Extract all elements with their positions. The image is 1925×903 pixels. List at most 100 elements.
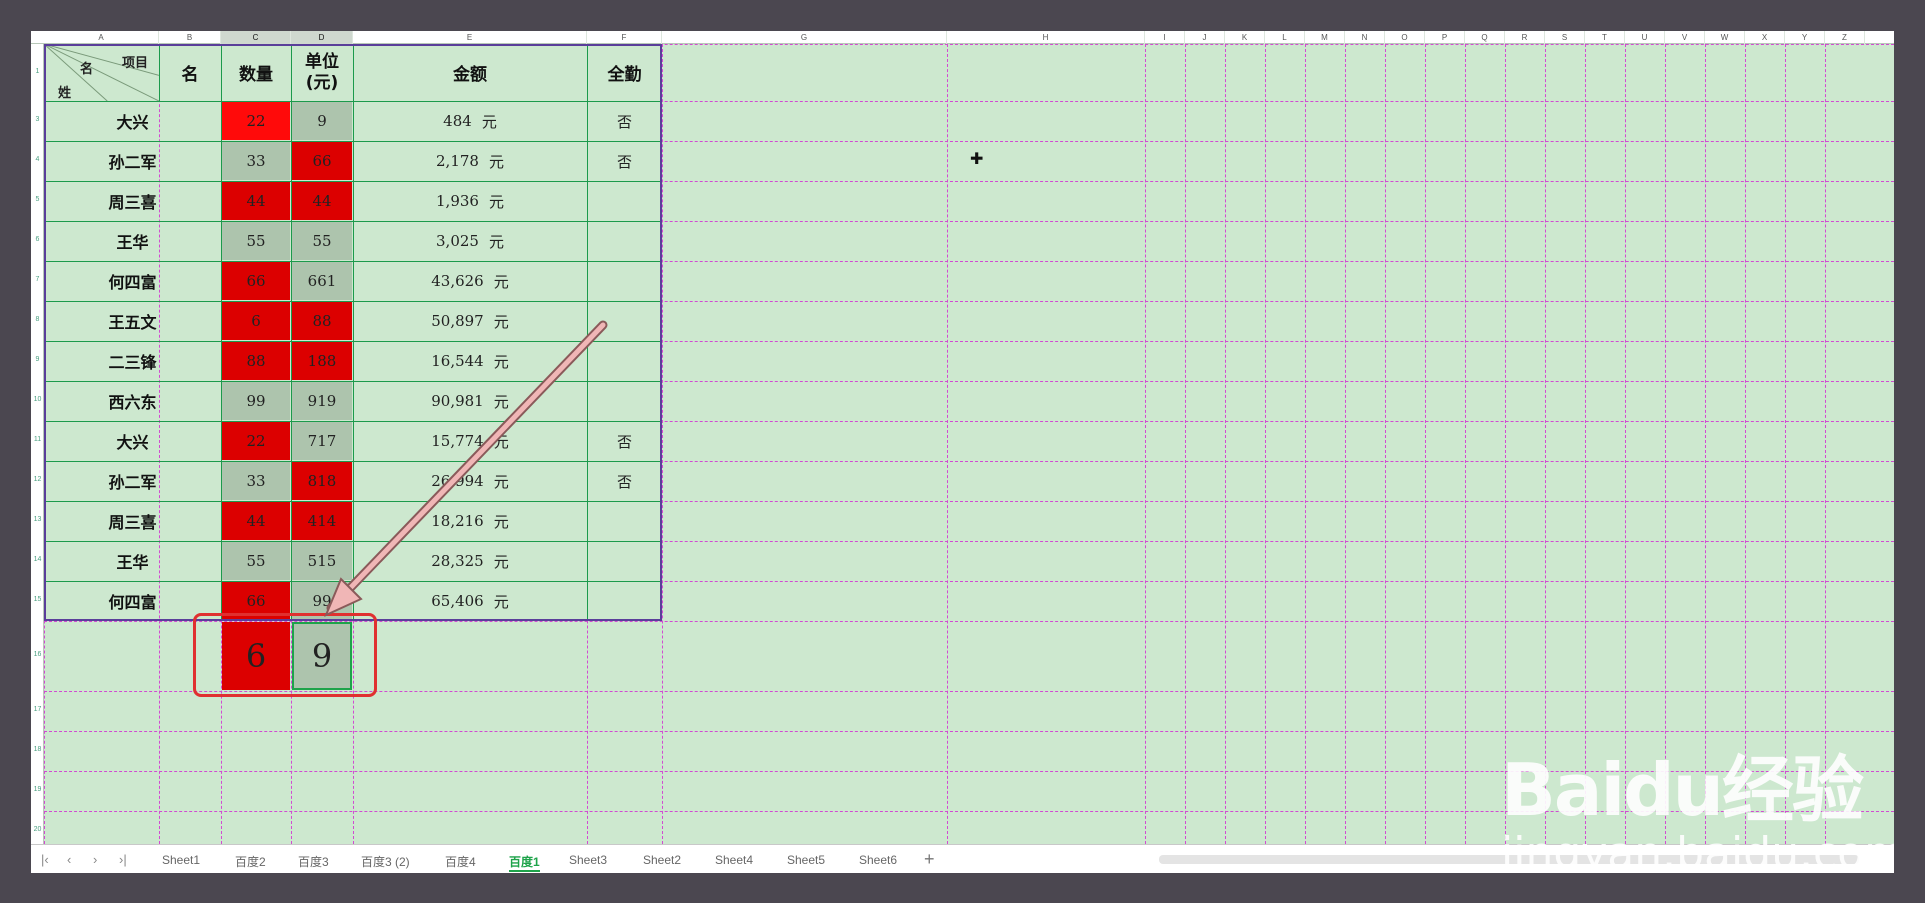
- new-cell-unit[interactable]: 9: [292, 622, 352, 690]
- sheet-tab[interactable]: Sheet6: [859, 853, 897, 867]
- header-attendance[interactable]: 全勤: [587, 44, 662, 101]
- column-letter-p[interactable]: P: [1425, 31, 1465, 44]
- row-number[interactable]: 1: [31, 68, 44, 75]
- cell-unit[interactable]: 661: [292, 262, 352, 300]
- cell-attendance[interactable]: 否: [587, 101, 662, 141]
- cell-amount[interactable]: 1,936 元: [353, 181, 587, 221]
- cell-attendance[interactable]: 否: [587, 461, 662, 501]
- cell-attendance[interactable]: [587, 341, 662, 381]
- sheet-tab[interactable]: Sheet3: [569, 853, 607, 867]
- cell-amount[interactable]: 26,994 元: [353, 461, 587, 501]
- cell-unit[interactable]: 919: [292, 382, 352, 420]
- cell-name[interactable]: 何四富: [44, 581, 221, 621]
- cell-quantity[interactable]: 33: [222, 142, 290, 180]
- cell-quantity[interactable]: 88: [222, 342, 290, 380]
- cell-amount[interactable]: 2,178 元: [353, 141, 587, 181]
- cell-amount[interactable]: 484 元: [353, 101, 587, 141]
- cell-unit[interactable]: 55: [292, 222, 352, 260]
- header-unit[interactable]: 单位 (元): [291, 44, 353, 101]
- cell-unit[interactable]: 66: [292, 142, 352, 180]
- cell-amount[interactable]: 16,544 元: [353, 341, 587, 381]
- row-number[interactable]: 9: [31, 356, 44, 363]
- cell-attendance[interactable]: 否: [587, 421, 662, 461]
- cell-name[interactable]: 孙二军: [44, 461, 221, 501]
- cell-name[interactable]: 何四富: [44, 261, 221, 301]
- row-number[interactable]: 7: [31, 276, 44, 283]
- column-letter-o[interactable]: O: [1385, 31, 1425, 44]
- column-letter-z[interactable]: Z: [1825, 31, 1865, 44]
- row-number[interactable]: 14: [31, 556, 44, 563]
- cell-amount[interactable]: 43,626 元: [353, 261, 587, 301]
- sheet-tab[interactable]: Sheet5: [787, 853, 825, 867]
- row-number[interactable]: 18: [31, 746, 44, 753]
- cell-amount[interactable]: 90,981 元: [353, 381, 587, 421]
- row-number[interactable]: 10: [31, 396, 44, 403]
- column-letter-g[interactable]: G: [662, 31, 947, 44]
- cell-name[interactable]: 孙二军: [44, 141, 221, 181]
- cell-amount[interactable]: 15,774 元: [353, 421, 587, 461]
- sheet-tab[interactable]: Sheet4: [715, 853, 753, 867]
- column-letter-b[interactable]: B: [159, 31, 221, 44]
- sheet-tab[interactable]: 百度4: [445, 853, 476, 870]
- sheet-tab[interactable]: 百度1: [509, 853, 540, 872]
- cell-quantity[interactable]: 33: [222, 462, 290, 500]
- cell-amount[interactable]: 18,216 元: [353, 501, 587, 541]
- column-letter-a[interactable]: A: [44, 31, 159, 44]
- row-number[interactable]: 4: [31, 156, 44, 163]
- header-quantity[interactable]: 数量: [221, 44, 291, 101]
- cell-amount[interactable]: 65,406 元: [353, 581, 587, 621]
- row-number[interactable]: 15: [31, 596, 44, 603]
- cell-attendance[interactable]: 否: [587, 141, 662, 181]
- header-name[interactable]: 名: [159, 44, 221, 101]
- column-letter-m[interactable]: M: [1305, 31, 1345, 44]
- sheet-tab[interactable]: 百度2: [235, 853, 266, 870]
- cell-unit[interactable]: 515: [292, 542, 352, 580]
- cell-quantity[interactable]: 44: [222, 502, 290, 540]
- column-letter-s[interactable]: S: [1545, 31, 1585, 44]
- sheet-tab[interactable]: Sheet1: [162, 853, 200, 867]
- cell-quantity[interactable]: 66: [222, 582, 290, 620]
- cell-name[interactable]: 大兴: [44, 101, 221, 141]
- cell-amount[interactable]: 28,325 元: [353, 541, 587, 581]
- sheet-nav-button[interactable]: ›: [93, 852, 97, 867]
- cell-unit[interactable]: 99: [292, 582, 352, 620]
- cell-quantity[interactable]: 22: [222, 422, 290, 460]
- row-number[interactable]: 13: [31, 516, 44, 523]
- column-letter-c[interactable]: C: [221, 31, 291, 44]
- cell-unit[interactable]: 188: [292, 342, 352, 380]
- column-letter-k[interactable]: K: [1225, 31, 1265, 44]
- sheet-nav-button[interactable]: ‹: [67, 852, 71, 867]
- column-letter-u[interactable]: U: [1625, 31, 1665, 44]
- header-corner-cell[interactable]: 项目 名姓: [44, 44, 159, 101]
- cell-attendance[interactable]: [587, 261, 662, 301]
- cell-attendance[interactable]: [587, 381, 662, 421]
- cell-unit[interactable]: 88: [292, 302, 352, 340]
- cell-name[interactable]: 王五文: [44, 301, 221, 341]
- row-number[interactable]: 17: [31, 706, 44, 713]
- cell-quantity[interactable]: 99: [222, 382, 290, 420]
- cell-attendance[interactable]: [587, 301, 662, 341]
- row-number[interactable]: 19: [31, 786, 44, 793]
- column-letter-w[interactable]: W: [1705, 31, 1745, 44]
- column-letter-l[interactable]: L: [1265, 31, 1305, 44]
- sheet-nav-button[interactable]: ›|: [119, 852, 127, 867]
- sheet-tab[interactable]: 百度3: [298, 853, 329, 870]
- cell-name[interactable]: 周三喜: [44, 501, 221, 541]
- column-letter-n[interactable]: N: [1345, 31, 1385, 44]
- cell-unit[interactable]: 818: [292, 462, 352, 500]
- row-number[interactable]: 11: [31, 436, 44, 443]
- cell-attendance[interactable]: [587, 221, 662, 261]
- column-letter-v[interactable]: V: [1665, 31, 1705, 44]
- cell-amount[interactable]: 3,025 元: [353, 221, 587, 261]
- cell-unit[interactable]: 717: [292, 422, 352, 460]
- cell-unit[interactable]: 9: [292, 102, 352, 140]
- cell-name[interactable]: 王华: [44, 221, 221, 261]
- column-letter-f[interactable]: F: [587, 31, 662, 44]
- column-letter-y[interactable]: Y: [1785, 31, 1825, 44]
- cell-amount[interactable]: 50,897 元: [353, 301, 587, 341]
- cell-attendance[interactable]: [587, 181, 662, 221]
- column-letter-e[interactable]: E: [353, 31, 587, 44]
- cell-name[interactable]: 二三锋: [44, 341, 221, 381]
- column-letter-i[interactable]: I: [1145, 31, 1185, 44]
- cell-attendance[interactable]: [587, 501, 662, 541]
